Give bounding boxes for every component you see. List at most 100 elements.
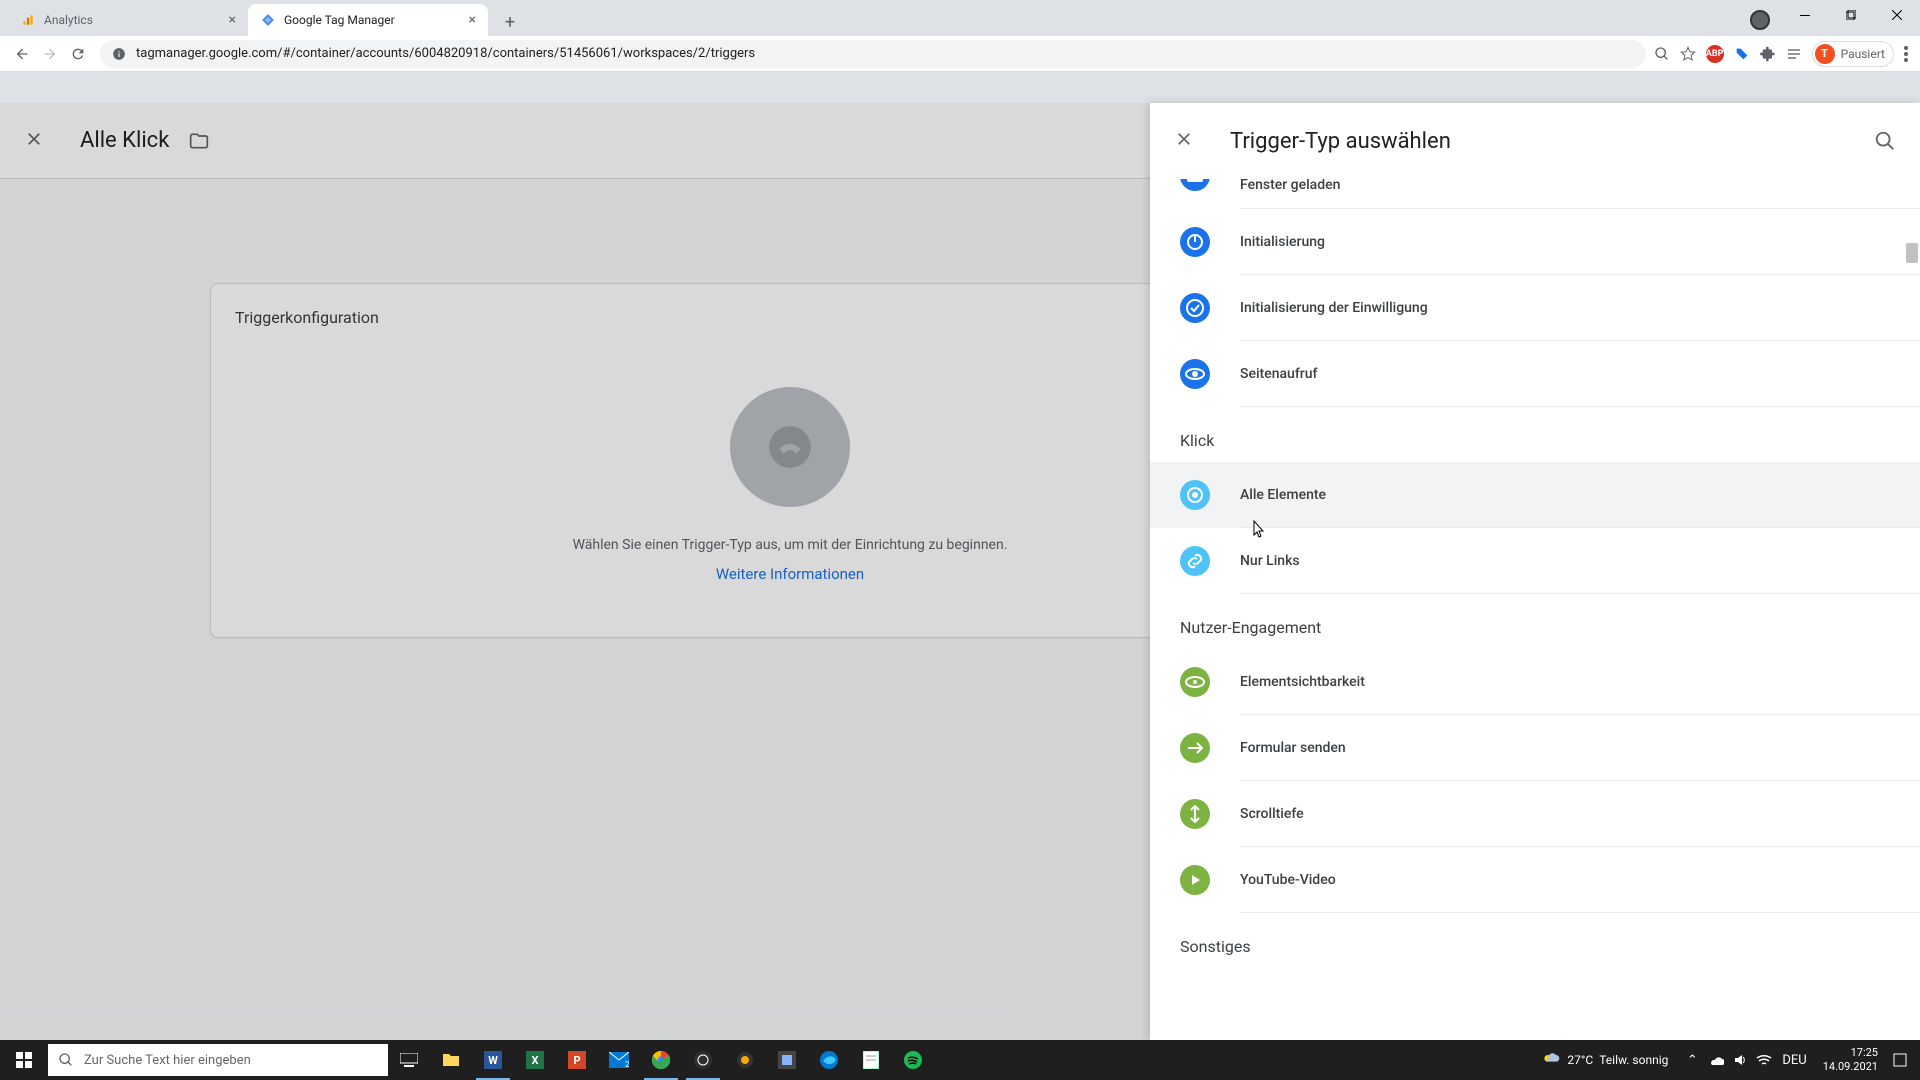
trigger-type-label: Fenster geladen xyxy=(1240,179,1920,209)
svg-text:P: P xyxy=(573,1054,580,1067)
obs-icon[interactable] xyxy=(682,1040,724,1080)
tab-gtm[interactable]: Google Tag Manager × xyxy=(248,4,488,36)
trigger-type-link[interactable]: Nur Links xyxy=(1180,528,1920,594)
trigger-type-label: Scrolltiefe xyxy=(1240,781,1920,847)
reload-button[interactable] xyxy=(64,40,92,68)
chrome-menu-icon[interactable] xyxy=(1904,46,1908,62)
consent-icon xyxy=(1180,275,1240,341)
profile-paused-chip[interactable]: T Pausiert xyxy=(1812,41,1894,67)
minimize-button[interactable] xyxy=(1782,0,1828,30)
file-explorer-icon[interactable] xyxy=(430,1040,472,1080)
site-info-icon[interactable] xyxy=(112,47,126,61)
trigger-type-label: Seitenaufruf xyxy=(1240,341,1920,407)
link-icon xyxy=(1180,528,1240,594)
extensions-icon[interactable] xyxy=(1760,46,1776,62)
svg-text:X: X xyxy=(532,1054,539,1067)
scrollbar[interactable] xyxy=(1906,243,1918,263)
extension-tag-icon[interactable] xyxy=(1734,46,1750,62)
excel-icon[interactable]: X xyxy=(514,1040,556,1080)
trigger-type-click-all[interactable]: Alle Elemente xyxy=(1150,462,1920,528)
scroll-icon xyxy=(1180,781,1240,847)
tab-title: Analytics xyxy=(44,13,221,27)
section-header: Klick xyxy=(1180,407,1920,462)
profile-avatar: T xyxy=(1815,44,1835,64)
weather-desc: Teilw. sonnig xyxy=(1599,1053,1668,1067)
taskbar-search[interactable]: Zur Suche Text hier eingeben xyxy=(48,1044,388,1076)
close-panel-button[interactable] xyxy=(1174,129,1198,153)
trigger-type-label: Initialisierung der Einwilligung xyxy=(1240,275,1920,341)
notifications-icon[interactable] xyxy=(1888,1040,1912,1080)
forward-button[interactable] xyxy=(36,40,64,68)
edge-icon[interactable] xyxy=(808,1040,850,1080)
bookmark-icon[interactable] xyxy=(1680,46,1696,62)
tab-analytics[interactable]: Analytics × xyxy=(8,4,248,36)
start-button[interactable] xyxy=(0,1040,48,1080)
wifi-icon[interactable] xyxy=(1752,1040,1776,1080)
back-button[interactable] xyxy=(8,40,36,68)
trigger-type-window-loaded[interactable]: Fenster geladen xyxy=(1180,179,1920,209)
language-indicator[interactable]: DEU xyxy=(1776,1040,1812,1080)
trigger-type-power[interactable]: Initialisierung xyxy=(1180,209,1920,275)
pageview-icon xyxy=(1180,341,1240,407)
tab-strip: Analytics × Google Tag Manager × + xyxy=(0,0,1920,36)
tab-title: Google Tag Manager xyxy=(284,13,461,27)
app-icon-2[interactable] xyxy=(766,1040,808,1080)
browser-toolbar: tagmanager.google.com/#/container/accoun… xyxy=(0,36,1920,72)
chrome-profile-icon[interactable] xyxy=(1750,10,1770,30)
chrome-icon[interactable] xyxy=(640,1040,682,1080)
mail-icon[interactable]: 21 xyxy=(598,1040,640,1080)
time: 17:25 xyxy=(1823,1046,1878,1060)
trigger-type-label: Nur Links xyxy=(1240,528,1920,594)
word-icon[interactable]: W xyxy=(472,1040,514,1080)
tray-chevron-icon[interactable]: ⌃ xyxy=(1680,1040,1704,1080)
toolbar-actions: ABP T Pausiert xyxy=(1654,41,1912,67)
svg-text:21: 21 xyxy=(625,1060,629,1068)
powerpoint-icon[interactable]: P xyxy=(556,1040,598,1080)
video-icon xyxy=(1180,847,1240,913)
spotify-icon[interactable] xyxy=(892,1040,934,1080)
tab-close-icon[interactable]: × xyxy=(469,12,476,28)
browser-chrome: Analytics × Google Tag Manager × + tagma… xyxy=(0,0,1920,103)
new-tab-button[interactable]: + xyxy=(496,8,524,36)
trigger-type-form[interactable]: Formular senden xyxy=(1180,715,1920,781)
trigger-type-list[interactable]: Fenster geladenInitialisierungInitialisi… xyxy=(1150,179,1920,1040)
address-bar[interactable]: tagmanager.google.com/#/container/accoun… xyxy=(100,40,1646,68)
clock[interactable]: 17:25 14.09.2021 xyxy=(1813,1046,1888,1074)
trigger-type-pageview[interactable]: Seitenaufruf xyxy=(1180,341,1920,407)
trigger-type-video[interactable]: YouTube-Video xyxy=(1180,847,1920,913)
search-placeholder: Zur Suche Text hier eingeben xyxy=(84,1053,251,1068)
extension-abp-icon[interactable]: ABP xyxy=(1706,45,1724,63)
trigger-type-consent[interactable]: Initialisierung der Einwilligung xyxy=(1180,275,1920,341)
gtm-page: Alle Klick Triggerkonfiguration Wählen S… xyxy=(0,103,1920,1040)
reading-list-icon[interactable] xyxy=(1786,46,1802,62)
form-icon xyxy=(1180,715,1240,781)
app-icon-1[interactable] xyxy=(724,1040,766,1080)
close-window-button[interactable] xyxy=(1874,0,1920,30)
analytics-favicon-icon xyxy=(20,12,36,28)
trigger-type-scroll[interactable]: Scrolltiefe xyxy=(1180,781,1920,847)
svg-text:W: W xyxy=(488,1054,498,1067)
gtm-favicon-icon xyxy=(260,12,276,28)
window-controls xyxy=(1782,0,1920,30)
zoom-icon[interactable] xyxy=(1654,46,1670,62)
notepad-icon[interactable] xyxy=(850,1040,892,1080)
paused-label: Pausiert xyxy=(1841,47,1885,61)
trigger-type-label: Elementsichtbarkeit xyxy=(1240,649,1920,715)
weather-widget[interactable]: 27°C Teilw. sonnig xyxy=(1529,1050,1680,1070)
task-view-icon[interactable] xyxy=(388,1040,430,1080)
trigger-type-visibility[interactable]: Elementsichtbarkeit xyxy=(1180,649,1920,715)
tab-close-icon[interactable]: × xyxy=(229,12,236,28)
system-tray: 27°C Teilw. sonnig ⌃ DEU 17:25 14.09.202… xyxy=(1529,1040,1920,1080)
volume-icon[interactable] xyxy=(1728,1040,1752,1080)
click-all-icon xyxy=(1180,462,1240,528)
section-header: Sonstiges xyxy=(1180,913,1920,968)
windows-taskbar: Zur Suche Text hier eingeben W X P 21 27… xyxy=(0,1040,1920,1080)
section-header: Nutzer-Engagement xyxy=(1180,594,1920,649)
trigger-type-label: Initialisierung xyxy=(1240,209,1920,275)
trigger-type-label: YouTube-Video xyxy=(1240,847,1920,913)
visibility-icon xyxy=(1180,649,1240,715)
power-icon xyxy=(1180,209,1240,275)
search-icon[interactable] xyxy=(1874,130,1896,152)
maximize-button[interactable] xyxy=(1828,0,1874,30)
onedrive-icon[interactable] xyxy=(1704,1040,1728,1080)
